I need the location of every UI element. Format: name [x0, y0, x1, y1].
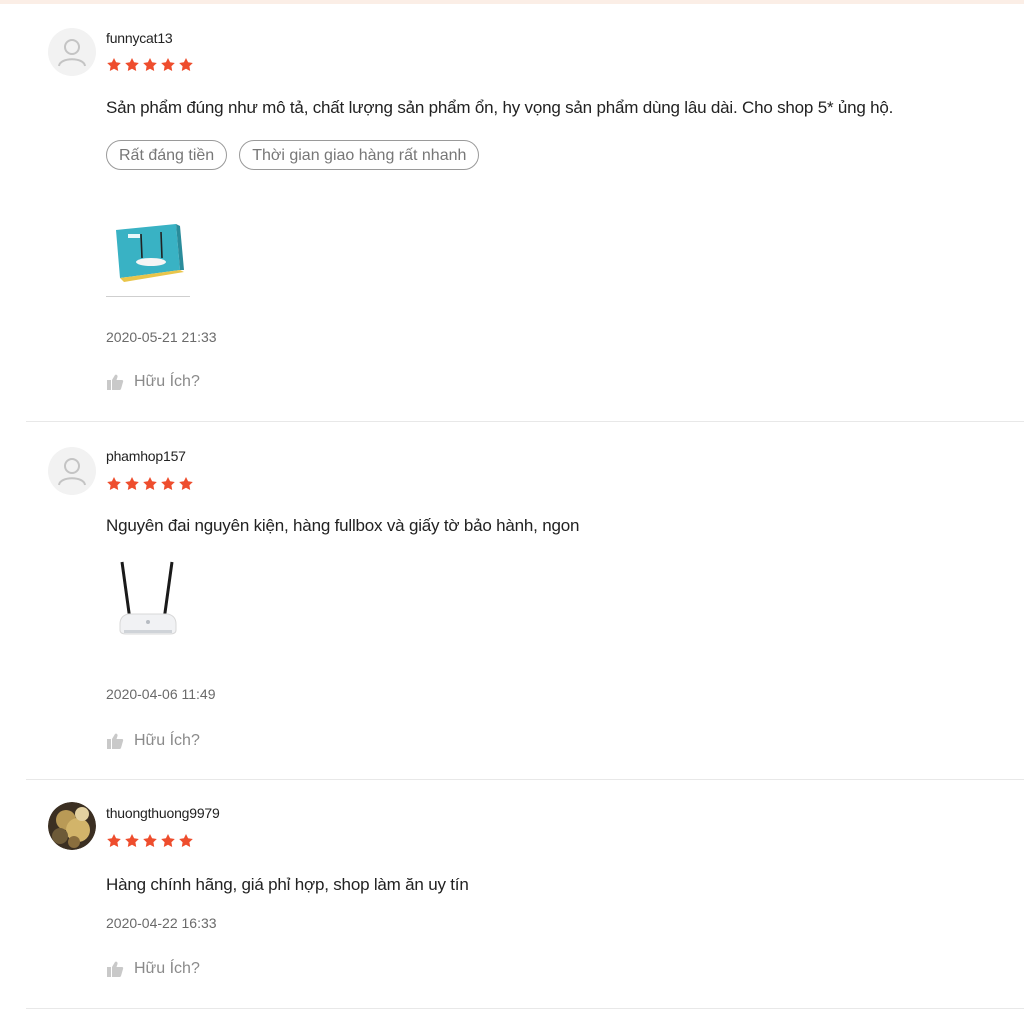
- star-icon: [179, 834, 193, 847]
- review-comment: Hàng chính hãng, giá phỉ hợp, shop làm ă…: [106, 875, 469, 894]
- star-icon: [107, 477, 121, 490]
- star-rating: [106, 476, 194, 492]
- helpful-button[interactable]: Hữu Ích?: [106, 960, 200, 978]
- star-icon: [107, 834, 121, 847]
- helpful-label: Hữu Ích?: [134, 373, 200, 390]
- star-icon: [125, 58, 139, 71]
- star-icon: [179, 477, 193, 490]
- star-icon: [143, 58, 157, 71]
- star-icon: [161, 834, 175, 847]
- review-tag: Rất đáng tiền: [106, 140, 228, 170]
- review-username[interactable]: phamhop157: [106, 448, 186, 464]
- star-icon: [143, 477, 157, 490]
- star-icon: [143, 834, 157, 847]
- helpful-label: Hữu Ích?: [134, 732, 200, 749]
- helpful-button[interactable]: Hữu Ích?: [106, 373, 200, 391]
- star-icon: [161, 58, 175, 71]
- product-reviews-page: funnycat13 Sản phẩm đúng như mô tả, chất…: [0, 0, 1024, 1024]
- default-user-icon[interactable]: [48, 28, 96, 76]
- review-comment: Sản phẩm đúng như mô tả, chất lượng sản …: [106, 98, 894, 117]
- star-icon: [125, 834, 139, 847]
- star-icon: [125, 477, 139, 490]
- star-rating: [106, 57, 194, 73]
- helpful-label: Hữu Ích?: [134, 960, 200, 977]
- review-timestamp: 2020-04-06 11:49: [106, 686, 216, 702]
- thumbs-up-icon: [107, 961, 124, 977]
- default-user-icon[interactable]: [48, 447, 96, 495]
- star-rating: [106, 833, 194, 849]
- review-tag: Thời gian giao hàng rất nhanh: [239, 140, 480, 170]
- review-item: funnycat13 Sản phẩm đúng như mô tả, chất…: [26, 0, 1024, 422]
- review-tags: Rất đáng tiền Thời gian giao hàng rất nh…: [106, 140, 480, 170]
- star-icon: [107, 58, 121, 71]
- thumbs-up-icon: [107, 733, 124, 749]
- helpful-button[interactable]: Hữu Ích?: [106, 732, 200, 750]
- review-item: phamhop157 Nguyên đai nguyên kiện, hàng …: [26, 422, 1024, 780]
- review-username[interactable]: funnycat13: [106, 30, 173, 46]
- star-icon: [179, 58, 193, 71]
- thumbnail-underline: [106, 296, 190, 297]
- thumbs-up-icon: [107, 374, 124, 390]
- review-comment: Nguyên đai nguyên kiện, hàng fullbox và …: [106, 516, 580, 535]
- review-timestamp: 2020-05-21 21:33: [106, 329, 217, 345]
- review-item: thuongthuong9979 Hàng chính hãng, giá ph…: [26, 780, 1024, 1009]
- review-username[interactable]: thuongthuong9979: [106, 805, 220, 821]
- user-photo-avatar[interactable]: [48, 802, 96, 850]
- router-box-photo[interactable]: [106, 212, 190, 296]
- review-timestamp: 2020-04-22 16:33: [106, 915, 217, 931]
- star-icon: [161, 477, 175, 490]
- router-photo[interactable]: [106, 558, 190, 642]
